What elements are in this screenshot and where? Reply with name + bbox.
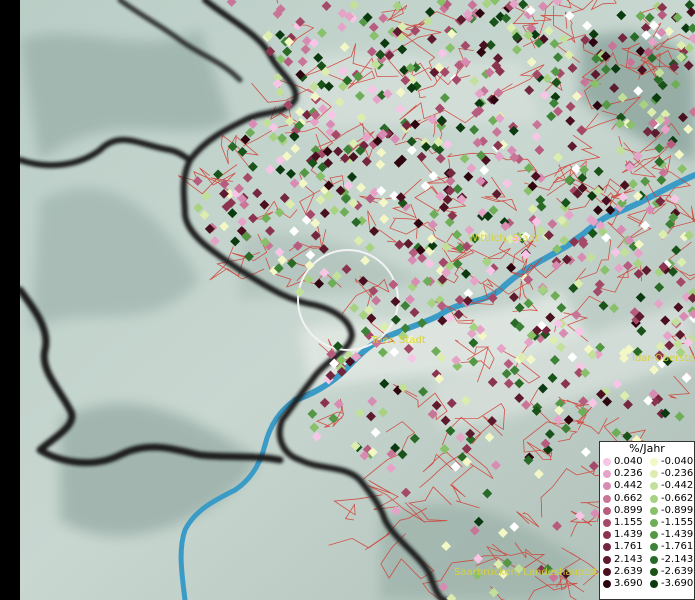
legend-row: 0.236 -0.236 — [600, 468, 694, 480]
legend-value: 1.439 — [614, 529, 643, 541]
legend-value: -2.639 — [661, 565, 694, 577]
negative-legend-entry: -0.662 — [647, 493, 694, 505]
legend-value: -0.662 — [661, 492, 694, 504]
legend-swatch-icon — [650, 579, 658, 588]
legend-row: 3.690 -3.690 — [600, 578, 694, 590]
positive-legend-entry: 2.639 — [600, 566, 647, 578]
positive-legend-entry: 0.662 — [600, 493, 647, 505]
legend-value: 0.040 — [614, 456, 643, 467]
legend-row: 2.143 -2.143 — [600, 554, 694, 566]
negative-legend-entry: -0.442 — [647, 480, 694, 492]
legend-swatch-icon — [603, 494, 611, 503]
city-label-saarbruecken[interactable]: Saarbrücken, Landeshauptst — [454, 567, 597, 578]
legend-value: -0.040 — [661, 456, 694, 467]
legend-swatch-icon — [650, 506, 658, 515]
legend-swatch-icon — [650, 567, 658, 576]
legend-row: 0.662 -0.662 — [600, 493, 694, 505]
legend-swatch-icon — [603, 531, 611, 540]
positive-legend-entry: 1.155 — [600, 517, 647, 529]
legend-swatch-icon — [650, 543, 658, 552]
legend-value: -1.155 — [661, 516, 694, 528]
city-label-wittlich[interactable]: Wittlich, Stadt — [468, 233, 539, 244]
legend-value: 1.761 — [614, 541, 643, 553]
positive-legend-entry: 3.690 — [600, 578, 647, 590]
legend-value: -0.236 — [661, 468, 694, 480]
legend-value: 0.236 — [614, 468, 643, 480]
legend-row: 2.639 -2.639 — [600, 566, 694, 578]
map-svg[interactable] — [0, 0, 695, 600]
city-label-trier[interactable]: Trier, Stadt — [371, 335, 426, 346]
negative-legend-entry: -1.439 — [647, 529, 694, 541]
legend-swatch-icon — [603, 579, 611, 588]
legend-row: 0.442 -0.442 — [600, 480, 694, 492]
legend-value: 0.662 — [614, 492, 643, 504]
positive-legend-entry: 2.143 — [600, 554, 647, 566]
map-legend: %/Jahr 0.040 -0.040 0.236 -0.236 0.442 -0.442… — [599, 441, 695, 600]
map-canvas[interactable]: Wittlich, Stadt Trier, Stadt Idar-Oberst… — [0, 0, 695, 600]
legend-row: 1.761 -1.761 — [600, 541, 694, 553]
legend-swatch-icon — [603, 555, 611, 564]
legend-rows: 0.040 -0.040 0.236 -0.236 0.442 -0.442 0.662 -0… — [600, 456, 694, 590]
legend-swatch-icon — [603, 458, 611, 467]
legend-value: -0.442 — [661, 480, 694, 492]
left-edge-bar — [0, 0, 20, 600]
negative-legend-entry: -1.155 — [647, 517, 694, 529]
legend-value: 2.143 — [614, 553, 643, 565]
legend-swatch-icon — [650, 555, 658, 564]
legend-value: -0.899 — [661, 504, 694, 516]
positive-legend-entry: 1.761 — [600, 541, 647, 553]
legend-value: -1.439 — [661, 529, 694, 541]
negative-legend-entry: -3.690 — [647, 578, 694, 590]
legend-swatch-icon — [603, 470, 611, 479]
legend-value: 0.899 — [614, 504, 643, 516]
legend-row: 0.899 -0.899 — [600, 505, 694, 517]
legend-swatch-icon — [603, 519, 611, 528]
negative-legend-entry: -0.236 — [647, 468, 694, 480]
legend-value: -1.761 — [661, 541, 694, 553]
legend-swatch-icon — [603, 567, 611, 576]
legend-value: 0.442 — [614, 480, 643, 492]
legend-title: %/Jahr — [629, 442, 665, 455]
negative-legend-entry: -0.040 — [647, 456, 694, 468]
positive-legend-entry: 0.899 — [600, 505, 647, 517]
legend-value: 2.639 — [614, 565, 643, 577]
legend-row: 1.439 -1.439 — [600, 529, 694, 541]
legend-value: 1.155 — [614, 516, 643, 528]
legend-value: -2.143 — [661, 553, 694, 565]
city-label-idar-oberstein[interactable]: Idar-Oberste — [632, 353, 695, 364]
legend-swatch-icon — [650, 519, 658, 528]
legend-swatch-icon — [650, 458, 658, 467]
positive-legend-entry: 1.439 — [600, 529, 647, 541]
negative-legend-entry: -0.899 — [647, 505, 694, 517]
legend-swatch-icon — [650, 470, 658, 479]
negative-legend-entry: -1.761 — [647, 541, 694, 553]
positive-legend-entry: 0.236 — [600, 468, 647, 480]
positive-legend-entry: 0.040 — [600, 456, 647, 468]
negative-legend-entry: -2.639 — [647, 566, 694, 578]
legend-value: 3.690 — [614, 577, 643, 589]
legend-swatch-icon — [650, 482, 658, 491]
legend-row: 1.155 -1.155 — [600, 517, 694, 529]
legend-value: -3.690 — [661, 577, 694, 589]
negative-legend-entry: -2.143 — [647, 554, 694, 566]
legend-swatch-icon — [603, 543, 611, 552]
legend-swatch-icon — [603, 482, 611, 491]
legend-row: 0.040 -0.040 — [600, 456, 694, 468]
legend-swatch-icon — [650, 531, 658, 540]
legend-swatch-icon — [603, 506, 611, 515]
legend-swatch-icon — [650, 494, 658, 503]
positive-legend-entry: 0.442 — [600, 480, 647, 492]
